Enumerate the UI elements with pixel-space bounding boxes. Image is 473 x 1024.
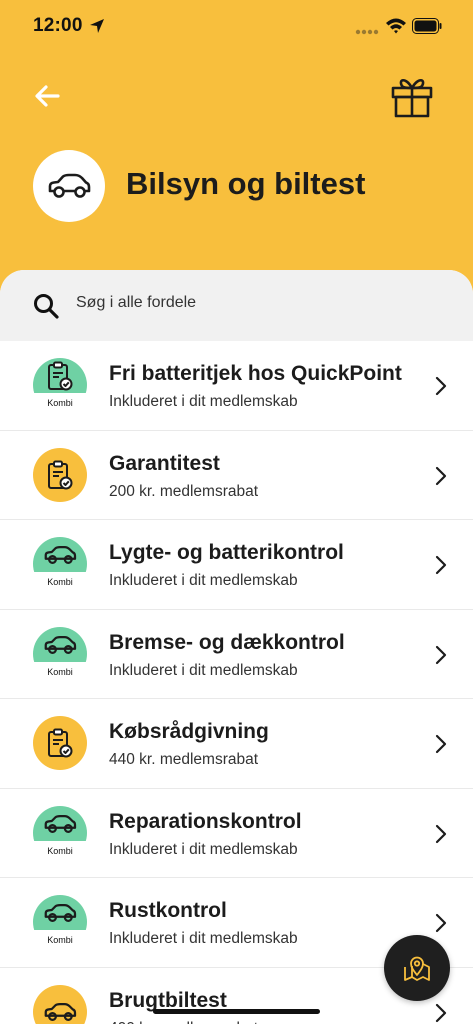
signal-dots-icon xyxy=(355,29,379,35)
kombi-label: Kombi xyxy=(33,840,87,861)
search-bar[interactable] xyxy=(0,270,473,341)
chevron-right-icon xyxy=(435,466,447,485)
item-title: Købsrådgivning xyxy=(109,720,269,743)
list-item[interactable]: Kombi Lygte- og batterikontrol Inkluderet … xyxy=(0,520,473,610)
badge-icon xyxy=(33,716,87,770)
benefit-badge: Kombi xyxy=(33,895,87,950)
status-bar: 12:00 xyxy=(0,0,473,54)
item-subtitle: Inkluderet i dit medlemskab xyxy=(109,661,298,679)
list-item[interactable]: Kombi Bremse- og dækkontrol Inkluderet i d… xyxy=(0,610,473,699)
home-indicator xyxy=(153,1009,320,1014)
arrow-left-icon xyxy=(35,85,60,107)
car-icon xyxy=(48,173,91,198)
location-arrow-icon xyxy=(90,19,104,33)
item-title: Bremse- og dækkontrol xyxy=(109,630,345,654)
clipboard-check-icon xyxy=(48,361,73,391)
status-time: 12:00 xyxy=(33,15,83,36)
car-icon xyxy=(44,814,77,833)
car-icon xyxy=(44,1002,77,1021)
search-icon xyxy=(34,294,59,319)
item-title: Reparationskontrol xyxy=(109,809,302,833)
item-subtitle: Inkluderet i dit medlemskab xyxy=(109,840,298,858)
badge-icon xyxy=(33,985,87,1024)
badge-icon xyxy=(33,358,87,394)
item-subtitle: 400 kr. medlemsrabat xyxy=(109,1020,258,1024)
battery-icon xyxy=(412,18,442,34)
benefit-badge xyxy=(33,447,87,502)
benefits-sheet: Kombi Fri batteritjek hos QuickPoint Inklu… xyxy=(0,270,473,1024)
list-item[interactable]: Garantitest 200 kr. medlemsrabat xyxy=(0,431,473,520)
list-item[interactable]: Kombi Reparationskontrol Inkluderet i dit … xyxy=(0,789,473,878)
benefit-badge: Kombi xyxy=(33,805,87,861)
car-icon xyxy=(44,904,77,922)
item-title: Rustkontrol xyxy=(109,899,227,922)
chevron-right-icon xyxy=(435,1003,447,1022)
item-subtitle: Inkluderet i dit medlemskab xyxy=(109,393,298,410)
item-subtitle: 440 kr. medlemsrabat xyxy=(109,751,259,768)
item-subtitle: 200 kr. medlemsrabat xyxy=(109,482,259,500)
benefit-badge: Kombi xyxy=(33,358,87,413)
list-item[interactable]: Købsrådgivning 440 kr. medlemsrabat xyxy=(0,699,473,789)
kombi-label: Kombi xyxy=(33,572,87,592)
item-title: Fri batteritjek hos QuickPoint xyxy=(109,362,402,385)
chevron-right-icon xyxy=(435,824,447,843)
map-button[interactable] xyxy=(384,935,450,1001)
kombi-label: Kombi xyxy=(33,661,87,682)
clipboard-check-icon xyxy=(48,728,73,758)
wifi-icon xyxy=(386,18,406,34)
badge-icon xyxy=(33,448,87,502)
car-icon xyxy=(44,546,77,564)
page-title: Bilsyn og biltest xyxy=(126,166,366,201)
kombi-label: Kombi xyxy=(33,393,87,413)
badge-icon xyxy=(33,806,87,842)
item-title: Lygte- og batterikontrol xyxy=(109,541,344,564)
gift-icon[interactable] xyxy=(388,72,436,120)
badge-icon xyxy=(33,895,87,931)
category-avatar xyxy=(33,150,105,222)
benefit-badge xyxy=(33,984,87,1024)
benefit-badge: Kombi xyxy=(33,626,87,682)
chevron-right-icon xyxy=(435,376,447,396)
search-input[interactable] xyxy=(76,294,406,312)
back-button[interactable] xyxy=(30,80,64,112)
item-title: Garantitest xyxy=(109,451,220,475)
badge-icon xyxy=(33,627,87,663)
item-subtitle: Inkluderet i dit medlemskab xyxy=(109,930,298,947)
chevron-right-icon xyxy=(435,555,447,575)
item-subtitle: Inkluderet i dit medlemskab xyxy=(109,572,298,589)
kombi-label: Kombi xyxy=(33,930,87,950)
benefit-badge: Kombi xyxy=(33,537,87,592)
benefits-list: Kombi Fri batteritjek hos QuickPoint Inklu… xyxy=(0,341,473,1024)
chevron-right-icon xyxy=(435,645,447,664)
chevron-right-icon xyxy=(435,734,447,754)
clipboard-check-icon xyxy=(48,460,73,489)
benefit-badge xyxy=(33,716,87,770)
car-icon xyxy=(44,635,77,654)
header: 12:00 Bilsyn og biltest xyxy=(0,0,473,300)
badge-icon xyxy=(33,537,87,573)
chevron-right-icon xyxy=(435,913,447,933)
map-pin-icon xyxy=(404,956,430,981)
list-item[interactable]: Kombi Fri batteritjek hos QuickPoint Inklu… xyxy=(0,341,473,431)
